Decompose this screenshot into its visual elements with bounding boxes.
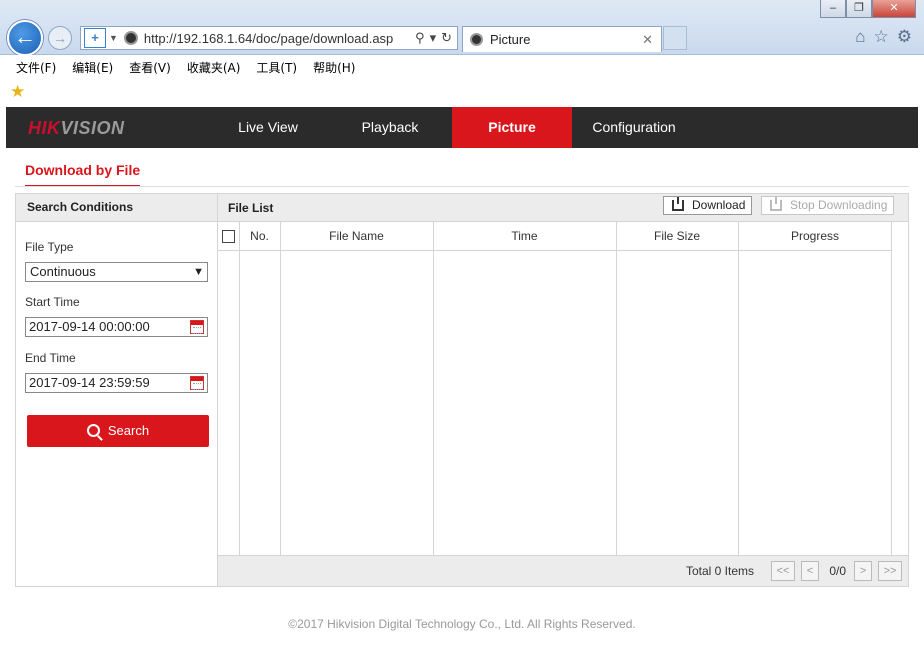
stop-downloading-label: Stop Downloading: [790, 198, 888, 212]
dropdown-icon[interactable]: ▾: [430, 30, 437, 46]
hikvision-logo: HIKVISION: [28, 118, 125, 139]
select-all-header: [218, 222, 240, 251]
download-button-label: Download: [692, 198, 746, 212]
url-text[interactable]: http://192.168.1.64/doc/page/download.as…: [144, 31, 415, 46]
logo-part-vision: VISION: [60, 118, 125, 138]
refresh-icon[interactable]: ↻: [441, 30, 452, 46]
start-time-input[interactable]: 2017-09-14 00:00:00: [25, 317, 208, 337]
minimize-button[interactable]: –: [820, 0, 846, 18]
browser-tab[interactable]: Picture ✕: [462, 26, 662, 52]
search-conditions-title: Search Conditions: [16, 194, 217, 222]
end-time-value: 2017-09-14 23:59:59: [29, 375, 150, 390]
forward-button[interactable]: →: [48, 26, 72, 50]
search-icon: [86, 424, 100, 438]
divider: [15, 186, 909, 187]
file-list-title: File List: [228, 201, 274, 215]
empty-table-body: [218, 250, 893, 556]
menu-help[interactable]: 帮助(H): [313, 59, 355, 76]
prev-page-button[interactable]: <: [801, 561, 819, 581]
nav-live-view[interactable]: Live View: [208, 107, 328, 148]
file-type-value: Continuous: [30, 264, 96, 279]
stop-download-icon: [770, 197, 782, 211]
column-file-size[interactable]: File Size: [616, 222, 739, 251]
logo-part-hik: HIK: [28, 118, 61, 138]
end-time-input[interactable]: 2017-09-14 23:59:59: [25, 373, 208, 393]
browser-chrome: – ❐ ✕ ← → + ▼ http://192.168.1.64/doc/pa…: [0, 0, 924, 56]
first-page-button[interactable]: <<: [771, 561, 795, 581]
file-table: No. File Name Time File Size Progress: [218, 222, 893, 556]
menu-bar: 文件(F) 编辑(E) 查看(V) 收藏夹(A) 工具(T) 帮助(H): [0, 55, 924, 79]
search-button-label: Search: [107, 423, 150, 438]
add-favorite-star-icon[interactable]: ★: [10, 82, 25, 102]
total-items: Total 0 Items: [685, 564, 754, 578]
nav-configuration[interactable]: Configuration: [574, 107, 694, 148]
next-page-button[interactable]: >: [854, 561, 872, 581]
column-file-name[interactable]: File Name: [280, 222, 434, 251]
tab-title: Picture: [490, 32, 531, 47]
calendar-icon[interactable]: [190, 320, 204, 334]
close-window-button[interactable]: ✕: [872, 0, 916, 18]
file-list-header: File List Download Stop Downloading: [218, 194, 908, 222]
search-conditions-panel: Search Conditions File Type Continuous ▼…: [15, 193, 218, 587]
top-navigation: HIKVISION Live View Playback Picture Con…: [6, 107, 918, 148]
settings-gear-icon[interactable]: ⚙: [897, 27, 912, 47]
download-icon: [672, 197, 684, 211]
address-bar[interactable]: + ▼ http://192.168.1.64/doc/page/downloa…: [80, 26, 458, 50]
menu-tools[interactable]: 工具(T): [256, 59, 297, 76]
restore-button[interactable]: ❐: [846, 0, 872, 18]
calendar-icon[interactable]: [190, 376, 204, 390]
last-page-button[interactable]: >>: [878, 561, 902, 581]
file-type-label: File Type: [25, 240, 74, 254]
web-app: HIKVISION Live View Playback Picture Con…: [6, 107, 918, 645]
file-list-footer: Total 0 Items << < 0/0 > >>: [218, 555, 908, 586]
favorites-bar: ★: [0, 79, 924, 107]
site-favicon-icon: [123, 31, 138, 45]
compatibility-shield-icon[interactable]: +: [84, 28, 106, 48]
chevron-down-icon: ▼: [193, 266, 204, 278]
file-list-panel: File List Download Stop Downloading No. …: [217, 193, 909, 587]
nav-picture[interactable]: Picture: [452, 107, 572, 148]
tab-download-by-file[interactable]: Download by File: [25, 162, 141, 187]
new-tab-button[interactable]: [663, 26, 687, 50]
favorites-star-icon[interactable]: ☆: [874, 27, 889, 47]
close-tab-icon[interactable]: ✕: [642, 32, 653, 48]
vertical-scrollbar[interactable]: [891, 222, 908, 556]
page-indicator: 0/0: [829, 564, 846, 578]
copyright-footer: ©2017 Hikvision Digital Technology Co., …: [288, 617, 636, 631]
nav-playback[interactable]: Playback: [330, 107, 450, 148]
search-icon[interactable]: ⚲: [415, 30, 425, 46]
select-all-checkbox[interactable]: [221, 229, 235, 243]
column-no[interactable]: No.: [239, 222, 281, 251]
menu-edit[interactable]: 编辑(E): [72, 59, 113, 76]
back-button[interactable]: ←: [7, 20, 43, 56]
download-button[interactable]: Download: [663, 196, 753, 215]
window-controls: – ❐ ✕: [820, 0, 916, 18]
tab-favicon-icon: [470, 33, 483, 46]
menu-view[interactable]: 查看(V): [129, 59, 171, 76]
browser-toolbar-icons: ⌂ ☆ ⚙: [855, 27, 912, 47]
start-time-label: Start Time: [25, 295, 80, 309]
column-time[interactable]: Time: [433, 222, 617, 251]
stop-downloading-button[interactable]: Stop Downloading: [761, 196, 895, 215]
search-button[interactable]: Search: [27, 415, 209, 447]
home-icon[interactable]: ⌂: [855, 27, 865, 47]
menu-favorites[interactable]: 收藏夹(A): [187, 59, 241, 76]
start-time-value: 2017-09-14 00:00:00: [29, 319, 150, 334]
chevron-down-icon[interactable]: ▼: [109, 33, 118, 43]
end-time-label: End Time: [25, 351, 76, 365]
file-type-select[interactable]: Continuous ▼: [25, 262, 208, 282]
menu-file[interactable]: 文件(F): [16, 59, 56, 76]
column-progress[interactable]: Progress: [738, 222, 893, 251]
